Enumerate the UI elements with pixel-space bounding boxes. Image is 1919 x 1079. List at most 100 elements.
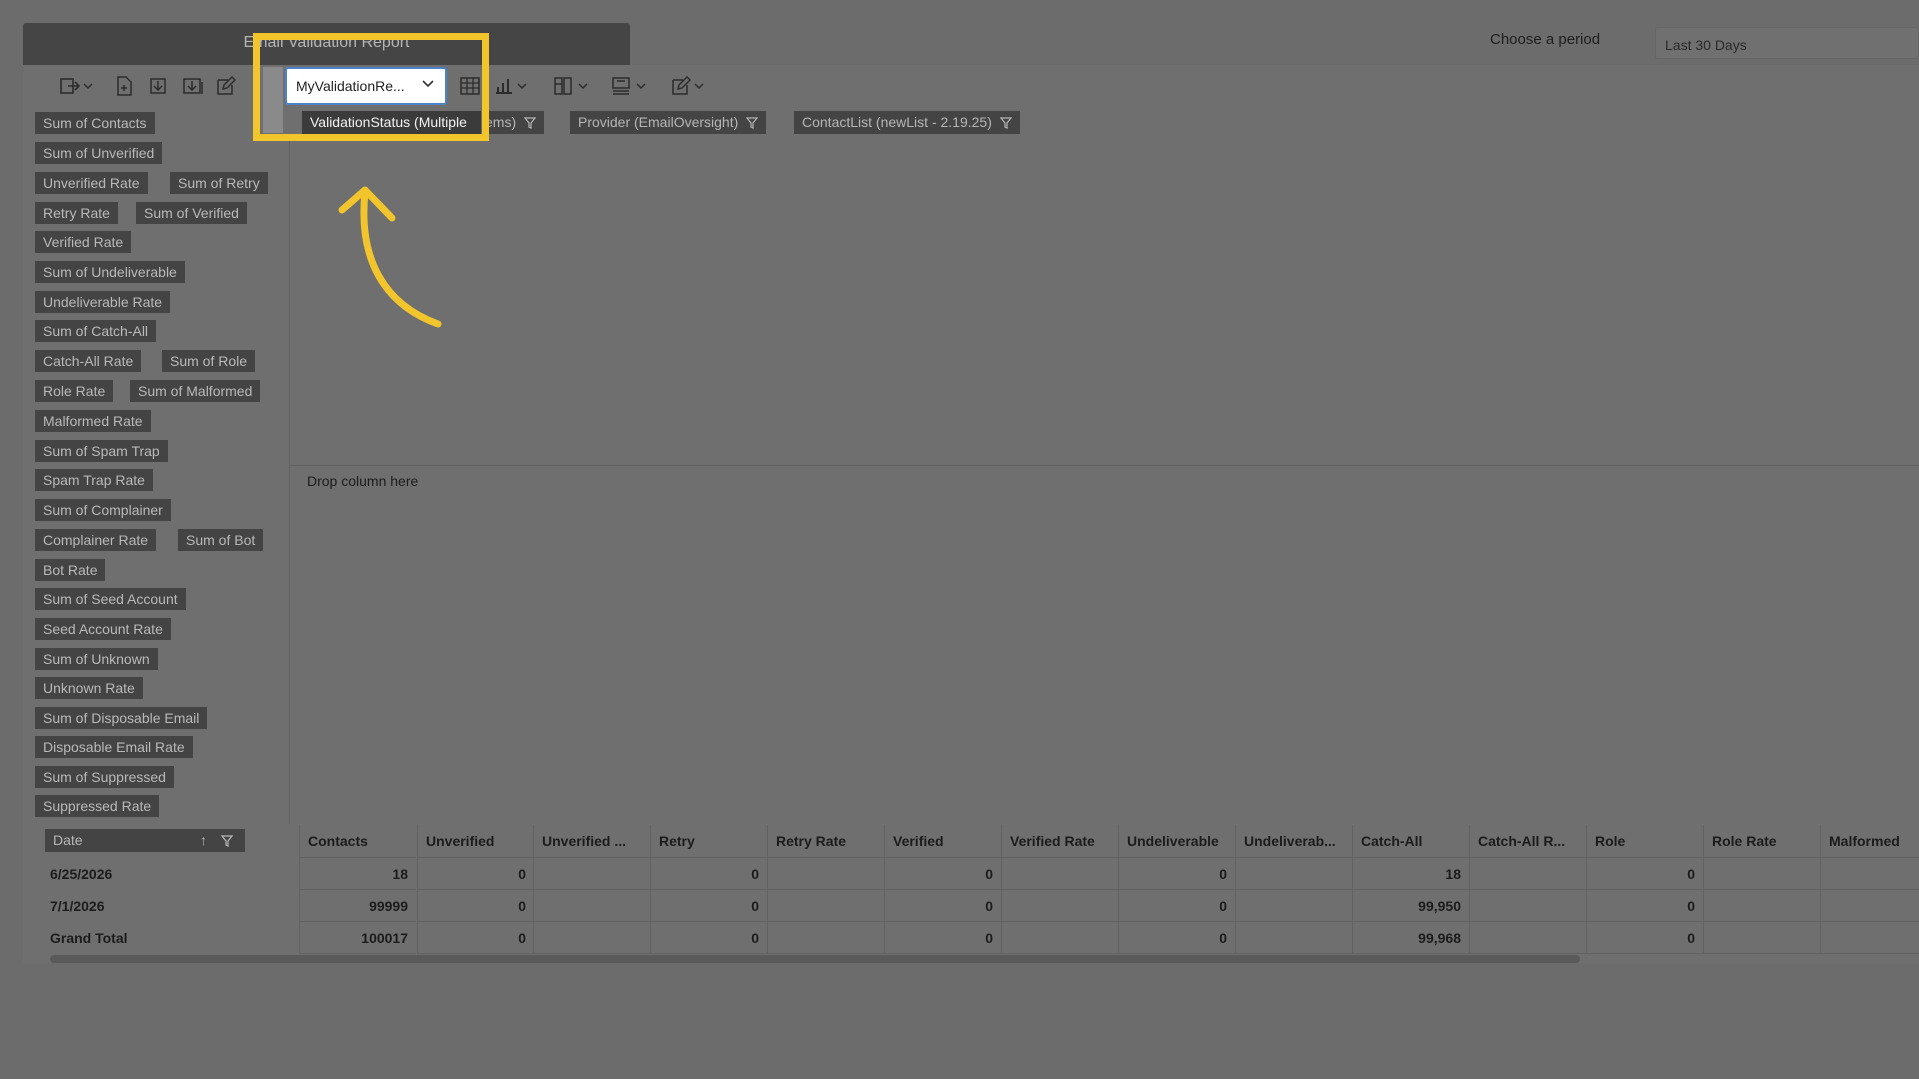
table-cell: 18 [1352,858,1469,890]
column-header[interactable]: Retry Rate [767,825,884,858]
arrow-annotation [338,186,442,328]
column-header[interactable]: Catch-All R... [1469,825,1586,858]
row-label: 6/25/2026 [50,866,113,882]
table-cell: 18 [299,858,416,890]
table-cell [533,858,650,890]
filter-chip-label: Provider (EmailOversight) [578,114,739,130]
field-tag[interactable]: Sum of Complainer [35,499,171,521]
field-tag[interactable]: Spam Trap Rate [35,469,153,491]
column-header[interactable]: Undeliverable [1118,825,1235,858]
row-field-label: Date [53,832,83,848]
field-tag[interactable]: Sum of Suppressed [35,766,174,788]
filter-chip-label: ContactList (newList - 2.19.25) [802,114,992,130]
column-header[interactable]: Role [1586,825,1703,858]
field-tag[interactable]: Sum of Unverified [35,142,163,164]
table-cell: 0 [650,858,767,890]
table-cell: 99,950 [1352,890,1469,922]
table-cell: 100017 [299,922,416,954]
table-cell: 0 [650,890,767,922]
new-file-icon[interactable] [115,76,133,96]
table-cell: 0 [417,890,534,922]
field-tag[interactable]: Sum of Catch-All [35,320,157,342]
field-tag[interactable]: Bot Rate [35,559,106,581]
table-cell [1235,890,1352,922]
filter-chip-label: ems) [485,114,517,130]
table-cell [1001,858,1118,890]
drop-column-hint: Drop column here [307,473,419,489]
table-cell [1235,922,1352,954]
table-cell: 0 [884,922,1001,954]
column-header[interactable]: Undeliverab... [1235,825,1352,858]
column-header[interactable]: Unverified ... [533,825,650,858]
table-cell: 99,968 [1352,922,1469,954]
field-tag[interactable]: Suppressed Rate [35,795,160,817]
field-tag[interactable]: Sum of Spam Trap [35,440,168,462]
field-tag[interactable]: Sum of Verified [136,202,247,224]
field-tag[interactable]: Seed Account Rate [35,618,171,640]
filter-icon[interactable] [999,116,1012,129]
import-icon[interactable] [148,76,168,96]
table-cell [1235,858,1352,890]
field-tag[interactable]: Sum of Bot [178,529,264,551]
horizontal-scrollbar[interactable] [50,955,1580,963]
field-tag[interactable]: Unverified Rate [35,172,148,194]
table-cell: 0 [1586,890,1703,922]
row-field-date[interactable]: Date ↑ [45,829,245,852]
field-tag[interactable]: Sum of Undeliverable [35,261,185,283]
column-header[interactable]: Unverified [417,825,534,858]
column-header[interactable]: Contacts [299,825,416,858]
highlight-frame [253,33,489,141]
field-tag[interactable]: Sum of Seed Account [35,588,186,610]
field-tag[interactable]: Sum of Unknown [35,648,158,670]
table-cell [1469,922,1586,954]
fields-icon[interactable] [611,76,646,96]
row-label: 7/1/2026 [50,898,105,914]
layout-icon[interactable] [553,76,588,96]
column-header[interactable]: Role Rate [1703,825,1820,858]
format-icon[interactable] [671,76,704,96]
field-tag[interactable]: Disposable Email Rate [35,736,193,758]
edit-icon[interactable] [216,76,236,96]
table-cell [1001,890,1118,922]
filter-chip-contactlist[interactable]: ContactList (newList - 2.19.25) [794,111,1020,134]
column-header[interactable]: Malformed [1820,825,1919,858]
table-cell: 0 [1586,858,1703,890]
field-tag[interactable]: Retry Rate [35,202,118,224]
column-header[interactable]: Retry [650,825,767,858]
table-cell [767,922,884,954]
save-as-icon[interactable] [182,76,204,96]
field-tag[interactable]: Verified Rate [35,231,132,253]
field-tag[interactable]: Sum of Disposable Email [35,707,208,729]
table-cell: 0 [1118,890,1235,922]
chart-icon[interactable] [494,76,527,96]
filter-icon[interactable] [221,835,233,847]
sort-asc-icon[interactable]: ↑ [200,829,207,852]
field-tag[interactable]: Complainer Rate [35,529,157,551]
table-cell [767,858,884,890]
filter-chip-provider[interactable]: Provider (EmailOversight) [570,111,767,134]
field-tag[interactable]: Sum of Malformed [130,380,261,402]
period-select[interactable]: Last 30 Days [1655,27,1919,59]
filter-icon[interactable] [746,116,759,129]
table-cell [1001,922,1118,954]
column-header[interactable]: Verified [884,825,1001,858]
field-tag[interactable]: Malformed Rate [35,410,151,432]
table-cell [1469,858,1586,890]
field-tag[interactable]: Role Rate [35,380,114,402]
field-tag[interactable]: Sum of Retry [170,172,268,194]
column-header[interactable]: Catch-All [1352,825,1469,858]
table-cell [1469,890,1586,922]
field-tag[interactable]: Catch-All Rate [35,350,142,372]
table-cell: 0 [417,858,534,890]
export-icon[interactable] [60,76,93,96]
filter-icon[interactable] [524,116,537,129]
column-header[interactable]: Verified Rate [1001,825,1118,858]
field-tag[interactable]: Unknown Rate [35,677,143,699]
table-cell: 0 [417,922,534,954]
field-tag[interactable]: Sum of Contacts [35,112,155,134]
period-label: Choose a period [1490,31,1601,48]
table-cell [1820,858,1919,890]
field-tag[interactable]: Undeliverable Rate [35,291,171,313]
field-tag[interactable]: Sum of Role [162,350,256,372]
table-cell: 99999 [299,890,416,922]
